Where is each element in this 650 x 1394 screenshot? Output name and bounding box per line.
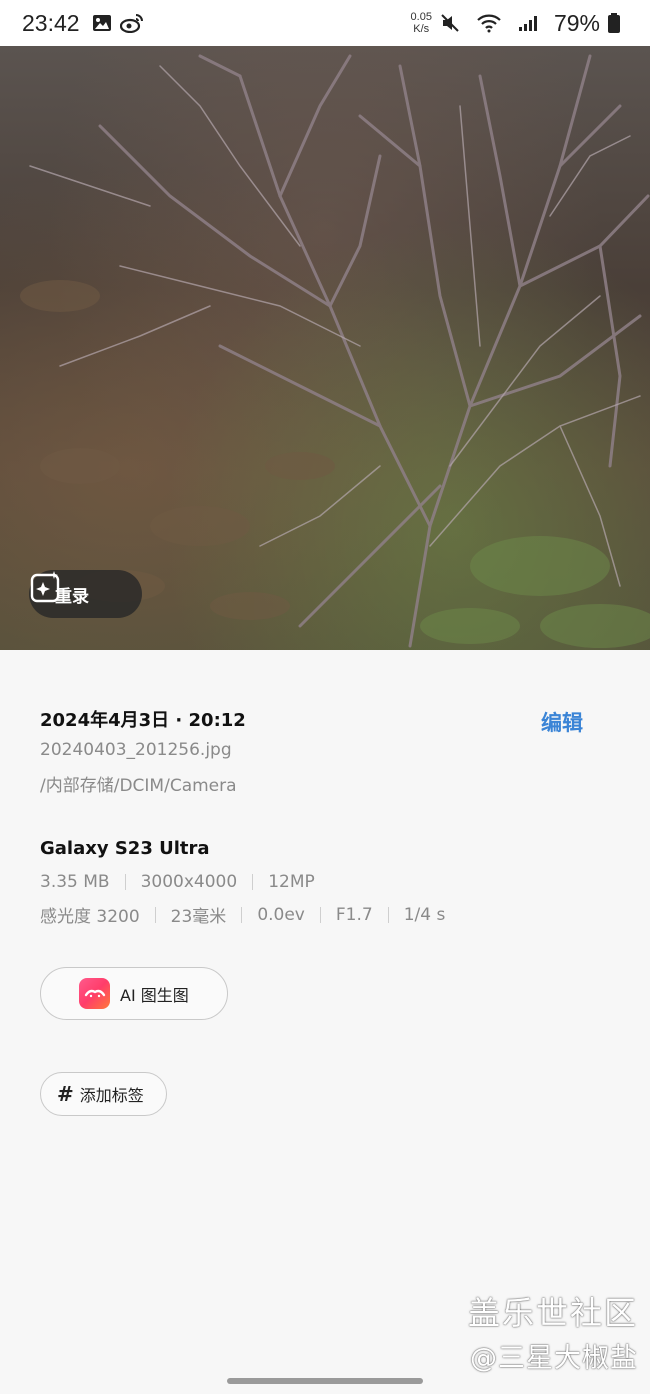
file-specs-row: 3.35 MB 3000x4000 12MP bbox=[40, 872, 315, 892]
remaster-button[interactable]: 重录 bbox=[29, 570, 142, 618]
file-name: 20240403_201256.jpg bbox=[40, 740, 232, 760]
divider bbox=[252, 874, 254, 890]
network-speed-unit: K/s bbox=[413, 23, 430, 35]
aperture: F1.7 bbox=[335, 904, 373, 925]
megapixels: 12MP bbox=[268, 872, 315, 892]
device-name: Galaxy S23 Ultra bbox=[40, 838, 210, 859]
status-time: 23:42 bbox=[22, 9, 80, 36]
exposure-value: 0.0ev bbox=[257, 904, 305, 925]
watermark-author: @三星大椒盐 bbox=[470, 1343, 638, 1374]
ai-image-button[interactable]: AI 图生图 bbox=[40, 967, 228, 1020]
details-panel bbox=[0, 650, 650, 1394]
status-right-group: 0.05 K/s 79% bbox=[411, 10, 628, 37]
iso-value: 感光度 3200 bbox=[40, 907, 140, 927]
network-speed: 0.05 K/s bbox=[411, 11, 432, 35]
battery-icon bbox=[608, 13, 620, 33]
ai-image-label: AI 图生图 bbox=[120, 985, 189, 1005]
battery-percent: 79% bbox=[553, 9, 600, 36]
wifi-icon bbox=[476, 13, 502, 33]
photo-datetime: 2024年4月3日 · 20:12 bbox=[40, 710, 246, 731]
weibo-icon bbox=[119, 13, 144, 33]
divider bbox=[124, 874, 126, 890]
meitu-app-icon bbox=[79, 978, 110, 1009]
gallery-icon bbox=[92, 14, 112, 32]
divider bbox=[154, 906, 156, 923]
add-tag-label: 添加标签 bbox=[79, 1086, 144, 1105]
divider bbox=[319, 906, 321, 923]
file-path: /内部存储/DCIM/Camera bbox=[40, 776, 237, 796]
divider bbox=[241, 906, 243, 923]
home-indicator[interactable] bbox=[227, 1378, 423, 1384]
hash-icon: # bbox=[57, 1082, 74, 1106]
mute-icon bbox=[440, 13, 460, 33]
photo-preview[interactable]: 重录 bbox=[0, 46, 650, 650]
signal-icon bbox=[518, 14, 538, 32]
network-speed-value: 0.05 bbox=[410, 11, 432, 23]
watermark-community: 盖乐世社区 bbox=[467, 1294, 638, 1332]
status-bar: 23:42 0.05 K/s 79% bbox=[0, 0, 650, 46]
shutter-speed: 1/4 s bbox=[403, 904, 446, 925]
focal-length: 23毫米 bbox=[170, 907, 227, 927]
add-tag-button[interactable]: # 添加标签 bbox=[40, 1072, 167, 1116]
edit-button[interactable]: 编辑 bbox=[541, 707, 583, 737]
photo-branches bbox=[20, 54, 650, 648]
camera-specs-row: 感光度 3200 23毫米 0.0ev F1.7 1/4 s bbox=[40, 902, 446, 928]
file-size: 3.35 MB bbox=[40, 872, 110, 892]
divider bbox=[387, 906, 389, 923]
resolution: 3000x4000 bbox=[140, 872, 238, 892]
